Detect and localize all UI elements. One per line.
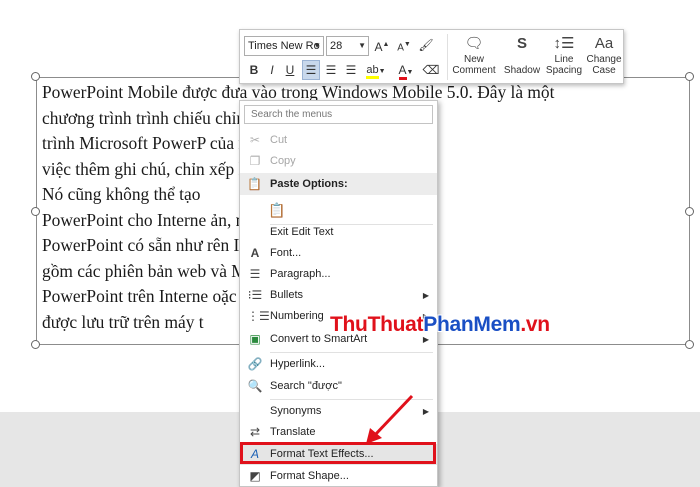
change-case-label: Change Case bbox=[586, 54, 622, 76]
menu-item-cut[interactable]: ✂ Cut bbox=[240, 130, 437, 151]
menu-label: Translate bbox=[270, 426, 316, 438]
shadow-label: Shadow bbox=[503, 65, 541, 76]
highlight-color-button[interactable]: ab▼ bbox=[364, 61, 388, 81]
toolbar-divider bbox=[447, 34, 448, 80]
comment-icon: 🗨 bbox=[464, 35, 484, 52]
menu-item-copy[interactable]: ❐ Copy bbox=[240, 151, 437, 172]
menu-label: Bullets bbox=[270, 289, 304, 301]
paste-keep-text-only[interactable]: 📋 bbox=[240, 197, 437, 223]
font-name-value: Times New Ro bbox=[248, 40, 320, 52]
bold-button[interactable]: B bbox=[246, 61, 262, 79]
font-size-box[interactable]: 28 ▼ bbox=[326, 36, 369, 56]
align-center-icon[interactable]: ☰ bbox=[322, 61, 340, 79]
resize-handle-bottom-right[interactable] bbox=[685, 340, 694, 349]
line-spacing-icon: ↕☰ bbox=[553, 35, 575, 52]
menu-item-font[interactable]: A Font... bbox=[240, 243, 437, 264]
change-case-icon: Aa bbox=[594, 35, 614, 52]
font-color-icon: A bbox=[398, 63, 407, 80]
highlight-icon: ab bbox=[366, 64, 379, 79]
scissors-icon: ✂ bbox=[249, 133, 261, 147]
bullets-icon: ⁝☰ bbox=[247, 288, 263, 302]
chevron-right-icon: ▶ bbox=[422, 407, 429, 416]
underline-button[interactable]: U bbox=[282, 61, 298, 79]
globe-link-icon: 🔗 bbox=[247, 357, 263, 371]
menu-label: Exit Edit Text bbox=[270, 226, 334, 238]
translate-icon: ⇄ bbox=[249, 425, 261, 439]
numbering-icon: ⋮☰ bbox=[247, 309, 270, 323]
menu-label: Search "được" bbox=[270, 380, 342, 392]
chevron-right-icon: ▶ bbox=[422, 291, 429, 300]
watermark-part: .vn bbox=[520, 313, 550, 336]
menu-label: Numbering bbox=[270, 310, 324, 322]
watermark-part: ThuThuat bbox=[330, 313, 424, 336]
menu-label: Cut bbox=[270, 134, 288, 146]
watermark-logo: ThuThuatPhanMem.vn bbox=[330, 313, 550, 337]
menu-label: Synonyms bbox=[270, 405, 322, 417]
font-color-button[interactable]: A▼ bbox=[394, 61, 418, 82]
change-case-button[interactable]: Aa Change Case bbox=[584, 34, 624, 76]
copy-icon: ❐ bbox=[249, 154, 261, 168]
font-name-box[interactable]: Times New Ro ▼ bbox=[244, 36, 324, 56]
resize-handle-bottom-left[interactable] bbox=[31, 340, 40, 349]
decrease-font-icon[interactable]: A▼ bbox=[394, 36, 414, 57]
menu-item-hyperlink[interactable]: 🔗 Hyperlink... bbox=[240, 354, 437, 375]
menu-item-format-shape[interactable]: ◩ Format Shape... bbox=[240, 466, 437, 487]
new-comment-button[interactable]: 🗨 New Comment bbox=[450, 34, 498, 76]
menu-label: Hyperlink... bbox=[270, 358, 326, 370]
format-painter-icon[interactable]: 🖌 bbox=[416, 36, 436, 54]
font-size-value: 28 bbox=[330, 40, 343, 52]
menu-item-bullets[interactable]: ⁝☰ Bullets ▶ bbox=[240, 285, 437, 306]
menu-label: Format Shape... bbox=[270, 470, 349, 482]
font-icon: A bbox=[250, 246, 260, 260]
resize-handle-top-left[interactable] bbox=[31, 72, 40, 81]
shadow-icon: S bbox=[516, 35, 527, 52]
menu-item-exit-edit-text[interactable]: Exit Edit Text bbox=[240, 222, 437, 243]
menu-separator bbox=[270, 352, 433, 353]
line-spacing-label: Line Spacing bbox=[545, 54, 583, 76]
shadow-button[interactable]: S Shadow bbox=[502, 34, 542, 76]
menu-item-paragraph[interactable]: ☰ Paragraph... bbox=[240, 264, 437, 285]
paragraph-icon: ☰ bbox=[249, 267, 261, 281]
menu-label: Paragraph... bbox=[270, 268, 331, 280]
smartart-icon: ▣ bbox=[249, 332, 261, 346]
mini-toolbar: Times New Ro ▼ 28 ▼ A▲ A▼ 🖌 B I U ☰ ☰ ☰ … bbox=[239, 29, 624, 84]
menu-search-input[interactable]: Search the menus bbox=[244, 105, 433, 124]
menu-label: Font... bbox=[270, 247, 302, 259]
align-left-icon[interactable]: ☰ bbox=[302, 60, 320, 80]
menu-label: Paste Options: bbox=[270, 178, 348, 190]
new-comment-label: New Comment bbox=[452, 54, 496, 76]
increase-font-icon[interactable]: A▲ bbox=[372, 36, 392, 56]
format-shape-icon: ◩ bbox=[249, 469, 261, 483]
menu-label: Copy bbox=[270, 155, 296, 167]
italic-button[interactable]: I bbox=[264, 61, 280, 79]
watermark-part: PhanMem bbox=[423, 313, 521, 336]
resize-handle-middle-left[interactable] bbox=[31, 207, 40, 216]
chevron-down-icon[interactable]: ▼ bbox=[313, 37, 321, 55]
paste-text-only-icon: 📋 bbox=[268, 202, 286, 218]
paste-options-header: 📋 Paste Options: bbox=[240, 173, 437, 195]
annotation-arrow-icon bbox=[366, 394, 414, 444]
align-right-icon[interactable]: ☰ bbox=[342, 61, 360, 79]
clear-format-icon[interactable]: ⌫ bbox=[422, 61, 440, 79]
search-icon: 🔍 bbox=[247, 379, 263, 393]
clipboard-icon: 📋 bbox=[247, 177, 262, 191]
line-spacing-button[interactable]: ↕☰ Line Spacing bbox=[544, 34, 584, 76]
chevron-down-icon[interactable]: ▼ bbox=[358, 37, 366, 55]
